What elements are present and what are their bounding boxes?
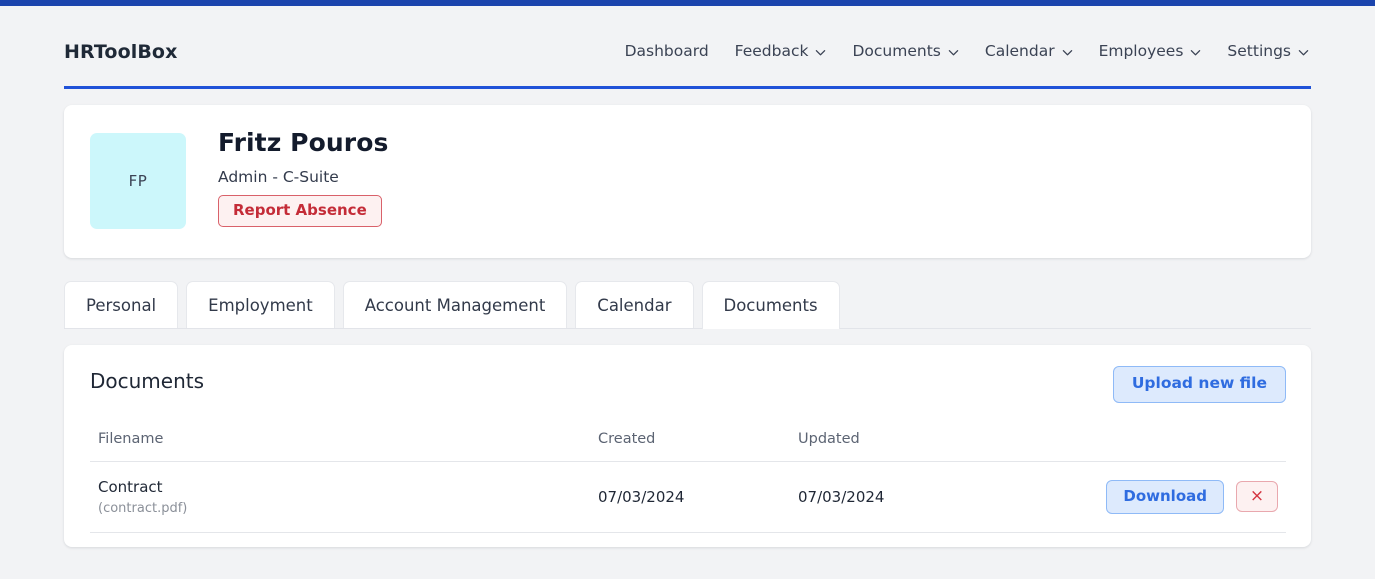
table-row: Contract (contract.pdf) 07/03/2024 07/03… — [90, 461, 1286, 533]
avatar: FP — [90, 133, 186, 229]
row-actions: Download × — [1068, 479, 1286, 514]
nav-item-dashboard[interactable]: Dashboard — [625, 42, 709, 60]
profile-tabs: Personal Employment Account Management C… — [64, 281, 840, 329]
tab-documents[interactable]: Documents — [701, 281, 840, 329]
nav-item-label: Dashboard — [624, 42, 709, 60]
chevron-down-icon — [948, 47, 959, 58]
delete-file-button[interactable]: × — [1236, 481, 1278, 513]
main-nav: Dashboard Feedback Documents Calendar Em… — [625, 42, 1309, 60]
table-head: Filename Created Updated — [90, 409, 1286, 462]
nav-item-employees[interactable]: Employees — [1099, 42, 1202, 60]
column-header-actions — [1060, 409, 1286, 462]
table-body: Contract (contract.pdf) 07/03/2024 07/03… — [90, 461, 1286, 533]
app-root: HRToolBox Dashboard Feedback Documents C… — [0, 0, 1375, 579]
tab-label: Employment — [208, 296, 313, 315]
app-brand: HRToolBox — [64, 41, 178, 63]
tab-employment[interactable]: Employment — [186, 281, 335, 329]
nav-item-label: Calendar — [984, 42, 1055, 60]
file-subtitle: (contract.pdf) — [98, 500, 188, 516]
tab-calendar[interactable]: Calendar — [575, 281, 694, 329]
upload-new-file-button[interactable]: Upload new file — [1112, 366, 1286, 403]
download-button[interactable]: Download — [1106, 479, 1224, 514]
nav-item-settings[interactable]: Settings — [1227, 42, 1309, 60]
profile-role: Admin - C-Suite — [218, 168, 339, 186]
column-header-filename: Filename — [90, 409, 590, 462]
column-header-created: Created — [590, 409, 790, 462]
chevron-down-icon — [1298, 47, 1309, 58]
nav-item-documents[interactable]: Documents — [852, 42, 959, 60]
documents-panel: Documents Upload new file Filename Creat… — [64, 345, 1311, 547]
nav-item-calendar[interactable]: Calendar — [985, 42, 1073, 60]
profile-name: Fritz Pouros — [218, 128, 389, 157]
chevron-down-icon — [1190, 47, 1201, 58]
tabs-baseline — [64, 328, 1311, 329]
tab-account-management[interactable]: Account Management — [342, 281, 568, 329]
tab-personal[interactable]: Personal — [64, 281, 179, 329]
close-icon: × — [1249, 486, 1265, 507]
documents-table: Filename Created Updated Contract (contr… — [90, 409, 1286, 533]
cell-created: 07/03/2024 — [590, 461, 790, 533]
chevron-down-icon — [815, 47, 826, 58]
avatar-initials: FP — [128, 172, 148, 190]
app-header: HRToolBox Dashboard Feedback Documents C… — [0, 6, 1375, 89]
nav-item-label: Settings — [1227, 42, 1291, 60]
tab-label: Personal — [86, 296, 157, 315]
profile-card: FP Fritz Pouros Admin - C-Suite Report A… — [64, 105, 1311, 258]
header-underline — [64, 86, 1311, 89]
nav-item-label: Documents — [852, 42, 941, 60]
tab-label: Documents — [723, 296, 818, 315]
tab-label: Calendar — [597, 296, 672, 315]
chevron-down-icon — [1062, 47, 1073, 58]
report-absence-button[interactable]: Report Absence — [218, 195, 382, 227]
cell-filename: Contract (contract.pdf) — [90, 461, 590, 533]
cell-actions: Download × — [1060, 461, 1286, 533]
tab-label: Account Management — [364, 296, 546, 315]
nav-item-label: Employees — [1098, 42, 1184, 60]
table-header-row: Filename Created Updated — [90, 409, 1286, 462]
panel-title: Documents — [90, 369, 205, 393]
column-header-updated: Updated — [790, 409, 1060, 462]
nav-item-feedback[interactable]: Feedback — [735, 42, 827, 60]
file-title: Contract — [98, 478, 163, 496]
nav-item-label: Feedback — [734, 42, 809, 60]
cell-updated: 07/03/2024 — [790, 461, 1060, 533]
